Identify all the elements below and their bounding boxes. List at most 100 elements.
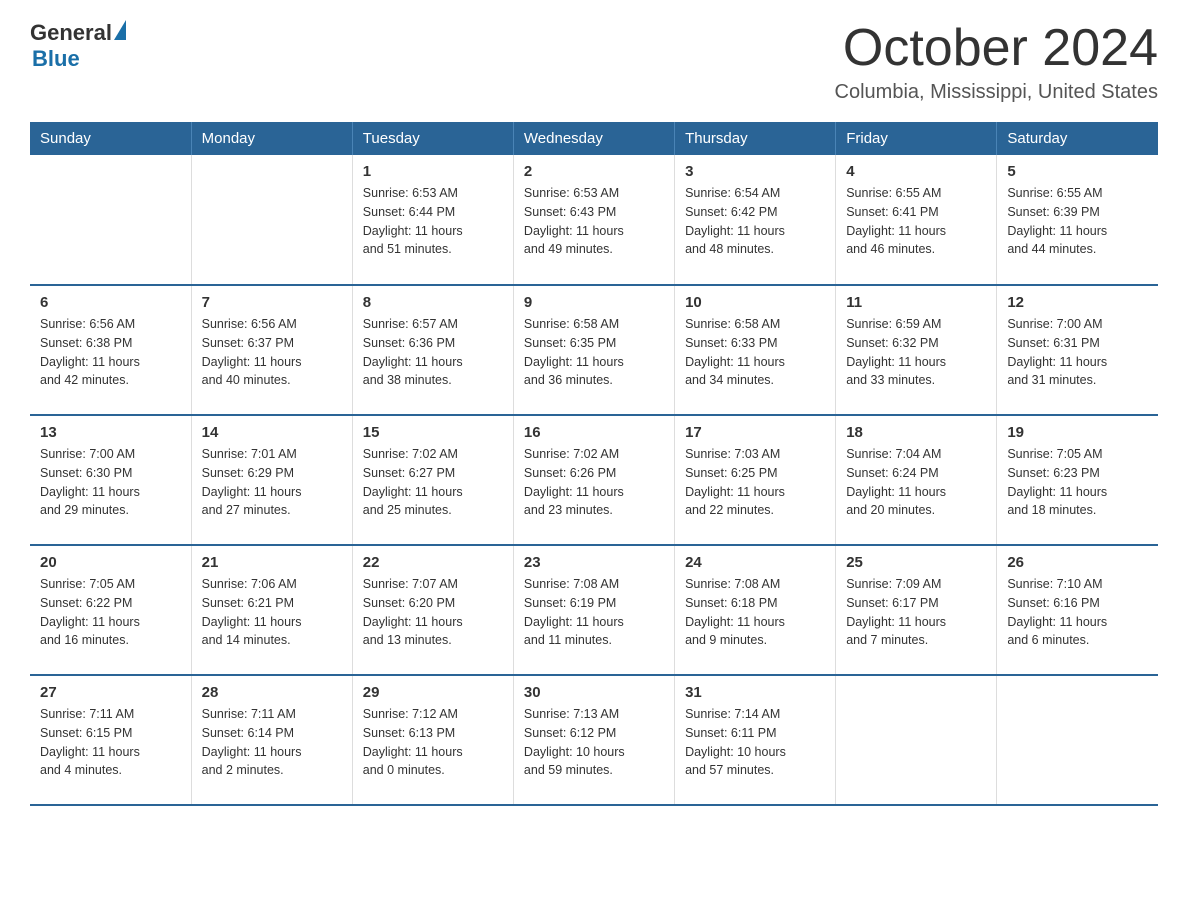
calendar-cell: 31 Sunrise: 7:14 AM Sunset: 6:11 PM Dayli… xyxy=(675,675,836,805)
page-header: General Blue October 2024 Columbia, Miss… xyxy=(30,20,1158,104)
calendar-cell: 1 Sunrise: 6:53 AM Sunset: 6:44 PM Daylig… xyxy=(352,155,513,285)
day-info: Sunrise: 6:53 AM Sunset: 6:43 PM Dayligh… xyxy=(524,184,664,259)
day-number: 2 xyxy=(524,163,664,180)
calendar-cell: 18Sunrise: 7:04 AM Sunset: 6:24 PM Dayli… xyxy=(836,415,997,545)
day-number: 19 xyxy=(1007,424,1148,441)
calendar-cell: 24Sunrise: 7:08 AM Sunset: 6:18 PM Dayli… xyxy=(675,545,836,675)
day-info: Sunrise: 7:04 AM Sunset: 6:24 PM Dayligh… xyxy=(846,445,986,520)
day-number: 9 xyxy=(524,294,664,311)
day-number: 29 xyxy=(363,684,503,701)
day-info: Sunrise: 7:13 AM Sunset: 6:12 PM Dayligh… xyxy=(524,705,664,780)
calendar-cell: 20 Sunrise: 7:05 AM Sunset: 6:22 PM Dayli… xyxy=(30,545,191,675)
calendar-cell xyxy=(836,675,997,805)
calendar-cell: 10 Sunrise: 6:58 AM Sunset: 6:33 PM Dayli… xyxy=(675,285,836,415)
calendar-cell: 17 Sunrise: 7:03 AM Sunset: 6:25 PM Dayli… xyxy=(675,415,836,545)
week-row: 6 Sunrise: 6:56 AM Sunset: 6:38 PM Daylig… xyxy=(30,285,1158,415)
day-number: 14 xyxy=(202,424,342,441)
calendar-cell: 19Sunrise: 7:05 AM Sunset: 6:23 PM Dayli… xyxy=(997,415,1158,545)
header-cell-saturday: Saturday xyxy=(997,122,1158,155)
day-info: Sunrise: 7:11 AM Sunset: 6:15 PM Dayligh… xyxy=(40,705,181,780)
day-number: 31 xyxy=(685,684,825,701)
calendar-cell: 16 Sunrise: 7:02 AM Sunset: 6:26 PM Dayli… xyxy=(513,415,674,545)
logo-blue: Blue xyxy=(32,46,126,72)
calendar-cell: 12 Sunrise: 7:00 AM Sunset: 6:31 PM Dayli… xyxy=(997,285,1158,415)
calendar-cell: 22Sunrise: 7:07 AM Sunset: 6:20 PM Dayli… xyxy=(352,545,513,675)
day-number: 1 xyxy=(363,163,503,180)
week-row: 1 Sunrise: 6:53 AM Sunset: 6:44 PM Daylig… xyxy=(30,155,1158,285)
calendar-cell: 2 Sunrise: 6:53 AM Sunset: 6:43 PM Daylig… xyxy=(513,155,674,285)
day-number: 21 xyxy=(202,554,342,571)
day-number: 8 xyxy=(363,294,503,311)
day-number: 7 xyxy=(202,294,342,311)
day-info: Sunrise: 6:56 AM Sunset: 6:37 PM Dayligh… xyxy=(202,315,342,390)
day-number: 3 xyxy=(685,163,825,180)
day-number: 12 xyxy=(1007,294,1148,311)
calendar-cell: 4Sunrise: 6:55 AM Sunset: 6:41 PM Daylig… xyxy=(836,155,997,285)
week-row: 20 Sunrise: 7:05 AM Sunset: 6:22 PM Dayli… xyxy=(30,545,1158,675)
day-info: Sunrise: 7:05 AM Sunset: 6:22 PM Dayligh… xyxy=(40,575,181,650)
logo-triangle-icon xyxy=(114,20,126,40)
day-info: Sunrise: 7:01 AM Sunset: 6:29 PM Dayligh… xyxy=(202,445,342,520)
day-info: Sunrise: 7:14 AM Sunset: 6:11 PM Dayligh… xyxy=(685,705,825,780)
calendar-cell: 11Sunrise: 6:59 AM Sunset: 6:32 PM Dayli… xyxy=(836,285,997,415)
day-number: 16 xyxy=(524,424,664,441)
calendar-cell: 21 Sunrise: 7:06 AM Sunset: 6:21 PM Dayli… xyxy=(191,545,352,675)
day-info: Sunrise: 7:00 AM Sunset: 6:30 PM Dayligh… xyxy=(40,445,181,520)
day-info: Sunrise: 6:59 AM Sunset: 6:32 PM Dayligh… xyxy=(846,315,986,390)
calendar-cell: 5 Sunrise: 6:55 AM Sunset: 6:39 PM Daylig… xyxy=(997,155,1158,285)
week-row: 27 Sunrise: 7:11 AM Sunset: 6:15 PM Dayli… xyxy=(30,675,1158,805)
day-number: 30 xyxy=(524,684,664,701)
calendar-cell: 13 Sunrise: 7:00 AM Sunset: 6:30 PM Dayli… xyxy=(30,415,191,545)
day-info: Sunrise: 6:53 AM Sunset: 6:44 PM Dayligh… xyxy=(363,184,503,259)
day-info: Sunrise: 6:55 AM Sunset: 6:39 PM Dayligh… xyxy=(1007,184,1148,259)
day-info: Sunrise: 6:58 AM Sunset: 6:35 PM Dayligh… xyxy=(524,315,664,390)
calendar-cell: 15 Sunrise: 7:02 AM Sunset: 6:27 PM Dayli… xyxy=(352,415,513,545)
calendar-cell: 14 Sunrise: 7:01 AM Sunset: 6:29 PM Dayli… xyxy=(191,415,352,545)
day-number: 26 xyxy=(1007,554,1148,571)
day-number: 23 xyxy=(524,554,664,571)
day-number: 6 xyxy=(40,294,181,311)
day-info: Sunrise: 7:08 AM Sunset: 6:19 PM Dayligh… xyxy=(524,575,664,650)
calendar-cell: 27 Sunrise: 7:11 AM Sunset: 6:15 PM Dayli… xyxy=(30,675,191,805)
day-info: Sunrise: 7:10 AM Sunset: 6:16 PM Dayligh… xyxy=(1007,575,1148,650)
calendar-header: SundayMondayTuesdayWednesdayThursdayFrid… xyxy=(30,122,1158,155)
day-info: Sunrise: 7:03 AM Sunset: 6:25 PM Dayligh… xyxy=(685,445,825,520)
day-info: Sunrise: 7:02 AM Sunset: 6:27 PM Dayligh… xyxy=(363,445,503,520)
calendar-cell: 25Sunrise: 7:09 AM Sunset: 6:17 PM Dayli… xyxy=(836,545,997,675)
header-cell-thursday: Thursday xyxy=(675,122,836,155)
day-info: Sunrise: 7:11 AM Sunset: 6:14 PM Dayligh… xyxy=(202,705,342,780)
day-info: Sunrise: 6:56 AM Sunset: 6:38 PM Dayligh… xyxy=(40,315,181,390)
header-row: SundayMondayTuesdayWednesdayThursdayFrid… xyxy=(30,122,1158,155)
day-info: Sunrise: 7:02 AM Sunset: 6:26 PM Dayligh… xyxy=(524,445,664,520)
day-number: 17 xyxy=(685,424,825,441)
day-info: Sunrise: 6:57 AM Sunset: 6:36 PM Dayligh… xyxy=(363,315,503,390)
page-subtitle: Columbia, Mississippi, United States xyxy=(835,81,1158,104)
day-number: 10 xyxy=(685,294,825,311)
day-number: 5 xyxy=(1007,163,1148,180)
calendar-cell: 29Sunrise: 7:12 AM Sunset: 6:13 PM Dayli… xyxy=(352,675,513,805)
day-number: 15 xyxy=(363,424,503,441)
calendar-cell: 9 Sunrise: 6:58 AM Sunset: 6:35 PM Daylig… xyxy=(513,285,674,415)
day-info: Sunrise: 6:54 AM Sunset: 6:42 PM Dayligh… xyxy=(685,184,825,259)
logo-general: General xyxy=(30,20,112,46)
day-number: 25 xyxy=(846,554,986,571)
week-row: 13 Sunrise: 7:00 AM Sunset: 6:30 PM Dayli… xyxy=(30,415,1158,545)
calendar-cell: 28Sunrise: 7:11 AM Sunset: 6:14 PM Dayli… xyxy=(191,675,352,805)
day-number: 22 xyxy=(363,554,503,571)
day-info: Sunrise: 6:58 AM Sunset: 6:33 PM Dayligh… xyxy=(685,315,825,390)
header-cell-monday: Monday xyxy=(191,122,352,155)
day-number: 27 xyxy=(40,684,181,701)
day-number: 13 xyxy=(40,424,181,441)
header-cell-tuesday: Tuesday xyxy=(352,122,513,155)
day-info: Sunrise: 7:06 AM Sunset: 6:21 PM Dayligh… xyxy=(202,575,342,650)
calendar-cell xyxy=(997,675,1158,805)
calendar-body: 1 Sunrise: 6:53 AM Sunset: 6:44 PM Daylig… xyxy=(30,155,1158,805)
calendar-cell: 30 Sunrise: 7:13 AM Sunset: 6:12 PM Dayli… xyxy=(513,675,674,805)
day-info: Sunrise: 7:00 AM Sunset: 6:31 PM Dayligh… xyxy=(1007,315,1148,390)
calendar-cell: 6 Sunrise: 6:56 AM Sunset: 6:38 PM Daylig… xyxy=(30,285,191,415)
day-number: 24 xyxy=(685,554,825,571)
calendar-cell xyxy=(191,155,352,285)
day-number: 20 xyxy=(40,554,181,571)
day-info: Sunrise: 6:55 AM Sunset: 6:41 PM Dayligh… xyxy=(846,184,986,259)
calendar-cell: 7 Sunrise: 6:56 AM Sunset: 6:37 PM Daylig… xyxy=(191,285,352,415)
